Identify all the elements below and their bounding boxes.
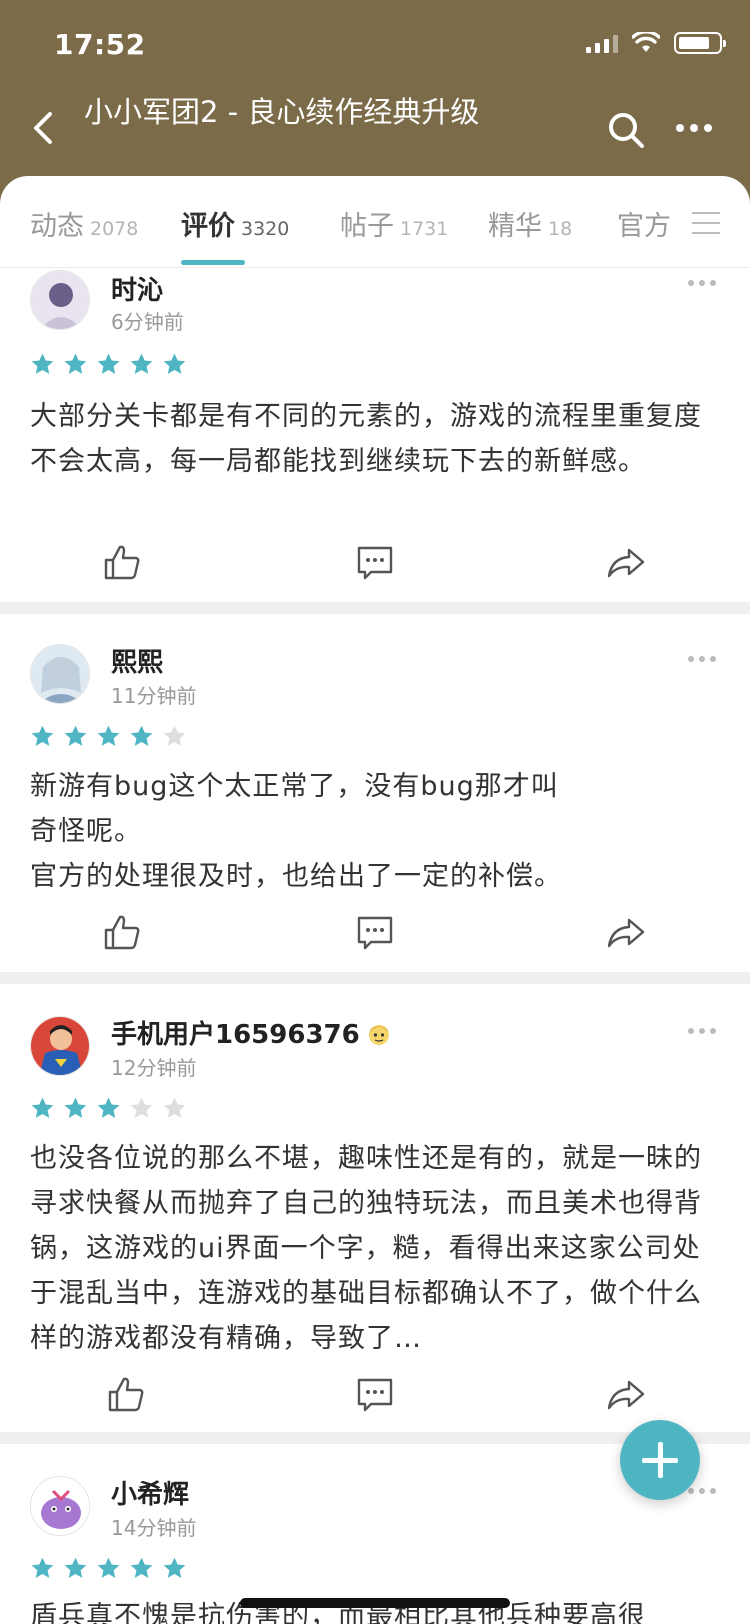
star-filled-icon (64, 725, 87, 746)
star-empty-icon (163, 725, 186, 746)
like-icon[interactable] (102, 912, 142, 952)
review-text[interactable]: 也没各位说的那么不堪，趣味性还是有的，就是一昧的寻求快餐从而抛弃了自己的独特玩法… (30, 1136, 720, 1361)
more-icon[interactable] (676, 118, 716, 138)
star-filled-icon (64, 1097, 87, 1118)
tab-label: 官方 (617, 211, 671, 242)
username[interactable]: 小希辉 (111, 1474, 189, 1511)
review-time: 12分钟前 (111, 1056, 197, 1080)
comment-icon[interactable] (355, 542, 395, 582)
share-icon[interactable] (606, 1374, 646, 1414)
status-time: 17:52 (54, 28, 146, 61)
star-filled-icon (31, 353, 54, 374)
star-filled-icon (130, 353, 153, 374)
star-filled-icon (130, 1557, 153, 1578)
tab-label: 精华 (488, 211, 542, 242)
tab-dynamics[interactable]: 动态 2078 (30, 204, 138, 243)
username[interactable]: 手机用户16596376 (111, 1014, 392, 1051)
share-icon[interactable] (606, 912, 646, 952)
review-text[interactable]: 大部分关卡都是有不同的元素的，游戏的流程里重复度不会太高，每一局都能找到继续玩下… (30, 394, 720, 484)
comment-icon[interactable] (355, 1374, 395, 1414)
star-filled-icon (97, 725, 120, 746)
username-text: 手机用户16596376 (111, 1020, 360, 1050)
review-text-line: 奇怪呢。 (30, 816, 142, 847)
rating-stars (30, 724, 187, 749)
tab-count: 3320 (241, 218, 290, 240)
star-filled-icon (31, 1557, 54, 1578)
tab-count: 2078 (90, 218, 139, 240)
divider (0, 972, 750, 984)
tab-bar: 动态 2078 评价 3320 帖子 1731 精华 18 官方 (0, 176, 750, 268)
tab-featured[interactable]: 精华 18 (488, 204, 572, 243)
tab-posts[interactable]: 帖子 1731 (340, 204, 448, 243)
page-title: 小小军团2 - 良心续作经典升级 (84, 95, 480, 129)
star-filled-icon (163, 353, 186, 374)
divider (0, 602, 750, 614)
review-card: 手机用户16596376 12分钟前 也没各位说的那么不堪，趣味性还是有的，就是… (0, 984, 750, 1432)
home-indicator (240, 1598, 510, 1608)
avatar[interactable] (30, 1476, 90, 1536)
star-filled-icon (97, 353, 120, 374)
rating-stars (30, 352, 187, 377)
username[interactable]: 时沁 (111, 270, 163, 307)
tab-reviews[interactable]: 评价 3320 (181, 204, 289, 243)
username[interactable]: 熙熙 (111, 642, 163, 679)
tab-label: 评价 (181, 211, 235, 242)
star-filled-icon (64, 1557, 87, 1578)
more-icon[interactable] (688, 280, 716, 286)
star-filled-icon (163, 1557, 186, 1578)
star-filled-icon (97, 1097, 120, 1118)
review-text[interactable]: 新游有bug这个太正常了，没有bug那才叫 奇怪呢。 官方的处理很及时，也给出了… (30, 764, 720, 899)
more-icon[interactable] (688, 1028, 716, 1034)
review-time: 6分钟前 (111, 310, 184, 334)
review-card: 时沁 6分钟前 大部分关卡都是有不同的元素的，游戏的流程里重复度不会太高，每一局… (0, 270, 750, 602)
tab-count: 1731 (400, 218, 449, 240)
review-text-line: 官方的处理很及时，也给出了一定的补偿。 (30, 861, 562, 892)
review-card: 熙熙 11分钟前 新游有bug这个太正常了，没有bug那才叫 奇怪呢。 官方的处… (0, 614, 750, 972)
tab-indicator (181, 260, 245, 265)
wifi-icon (632, 32, 660, 52)
avatar[interactable] (30, 1016, 90, 1076)
star-filled-icon (97, 1557, 120, 1578)
star-empty-icon (163, 1097, 186, 1118)
tab-label: 帖子 (340, 211, 394, 242)
like-icon[interactable] (102, 542, 142, 582)
tab-official[interactable]: 官方 (617, 204, 671, 243)
more-icon[interactable] (688, 656, 716, 662)
avatar[interactable] (30, 270, 90, 330)
search-icon[interactable] (606, 110, 646, 150)
status-icons (586, 32, 726, 54)
comment-icon[interactable] (355, 912, 395, 952)
review-time: 14分钟前 (111, 1516, 197, 1540)
star-empty-icon (130, 1097, 153, 1118)
back-icon[interactable] (26, 110, 62, 146)
menu-icon[interactable] (692, 210, 722, 236)
rating-stars (30, 1096, 187, 1121)
rating-stars (30, 1556, 187, 1581)
review-time: 11分钟前 (111, 684, 197, 708)
more-icon[interactable] (688, 1488, 716, 1494)
avatar[interactable] (30, 644, 90, 704)
like-icon[interactable] (106, 1374, 146, 1414)
review-text-line: 新游有bug这个太正常了，没有bug那才叫 (30, 771, 559, 802)
star-filled-icon (130, 725, 153, 746)
emoji-badge-icon (368, 1025, 389, 1045)
star-filled-icon (64, 353, 87, 374)
signal-icon (586, 33, 618, 53)
star-filled-icon (31, 1097, 54, 1118)
tab-count: 18 (548, 218, 573, 240)
star-filled-icon (31, 725, 54, 746)
tab-label: 动态 (30, 211, 84, 242)
add-icon[interactable] (620, 1420, 700, 1500)
share-icon[interactable] (606, 542, 646, 582)
battery-icon (674, 32, 726, 54)
